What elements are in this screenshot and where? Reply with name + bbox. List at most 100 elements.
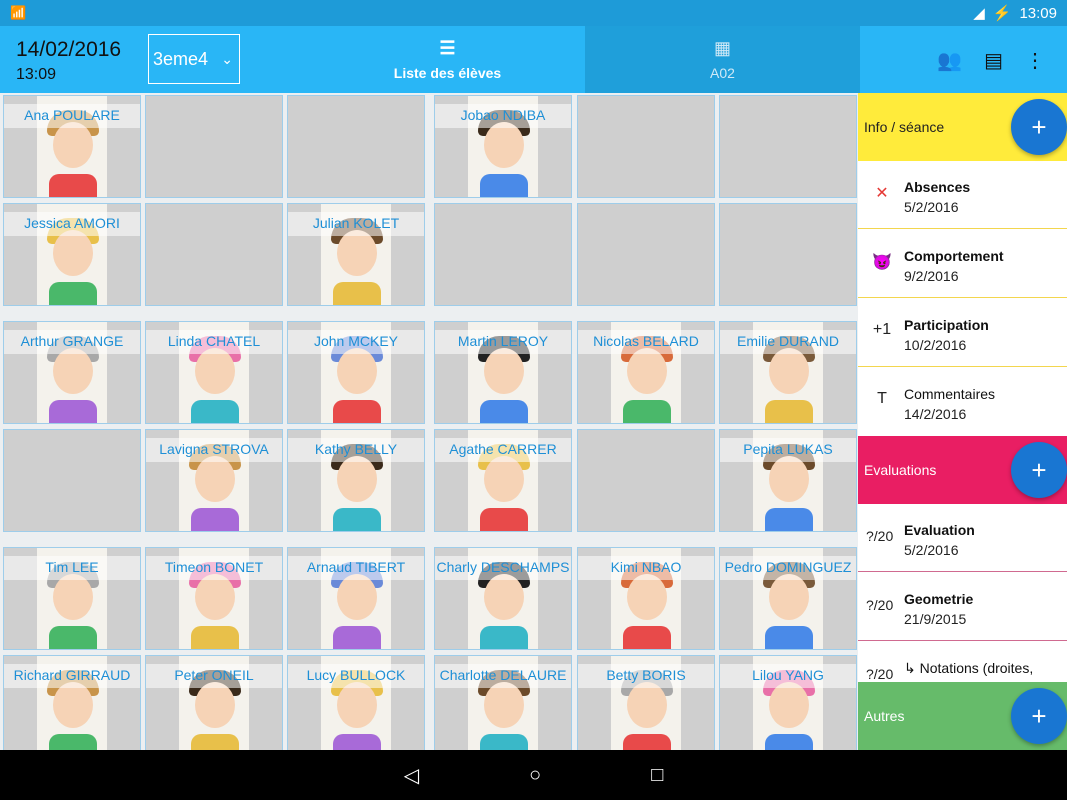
student-seat[interactable]: Kimi NBAO: [577, 547, 715, 650]
add-info-button[interactable]: +: [1011, 99, 1067, 155]
tab-student-list[interactable]: ☰ Liste des élèves: [310, 26, 585, 93]
more-icon[interactable]: ⋮: [1025, 48, 1045, 73]
empty-seat[interactable]: [577, 429, 715, 532]
student-seat[interactable]: Martin LEROY: [434, 321, 572, 424]
add-eval-button[interactable]: +: [1011, 442, 1067, 498]
student-seat[interactable]: Pedro DOMINGUEZ: [719, 547, 857, 650]
battery-icon: ⚡: [992, 5, 1012, 22]
side-panel: Info / séance + ✕ Absences 5/2/2016 😈 Co…: [858, 93, 1067, 750]
autres-section-title: Autres: [864, 708, 905, 724]
student-name: Richard GIRRAUD: [4, 664, 140, 688]
signal-icon: ◢: [973, 5, 985, 22]
tab-room[interactable]: ▦ A02: [585, 26, 860, 93]
student-seat[interactable]: Pepita LUKAS: [719, 429, 857, 532]
student-seat[interactable]: Lucy BULLOCK: [287, 655, 425, 758]
wifi-icon: 📶: [10, 5, 27, 20]
home-icon[interactable]: ○: [529, 764, 541, 787]
student-seat[interactable]: Jessica AMORI: [3, 203, 141, 306]
eval-item-title: Geometrie: [904, 591, 974, 607]
student-name: Peter ONEIL: [146, 664, 282, 688]
cross-icon: ✕: [875, 185, 889, 202]
student-seat[interactable]: Richard GIRRAUD: [3, 655, 141, 758]
student-seat[interactable]: Lavigna STROVA: [145, 429, 283, 532]
group-icon[interactable]: 👥: [937, 48, 962, 73]
student-seat[interactable]: Jobao NDIBA: [434, 95, 572, 198]
student-seat[interactable]: John MCKEY: [287, 321, 425, 424]
student-name: Lavigna STROVA: [146, 438, 282, 462]
eval-item-date: 21/9/2015: [904, 611, 967, 627]
empty-seat[interactable]: [287, 95, 425, 198]
student-seat[interactable]: Peter ONEIL: [145, 655, 283, 758]
student-seat[interactable]: Charly DESCHAMPS: [434, 547, 572, 650]
eval-item-title: Evaluation: [904, 522, 975, 538]
class-selector[interactable]: 3eme4 ⌄: [148, 34, 240, 84]
student-seat[interactable]: Timeon BONET: [145, 547, 283, 650]
layout-icon[interactable]: ▤: [984, 48, 1003, 73]
info-item-date: 5/2/2016: [904, 199, 959, 215]
empty-seat[interactable]: [145, 203, 283, 306]
clock: 13:09: [1019, 4, 1057, 22]
student-name: Jobao NDIBA: [435, 104, 571, 128]
student-name: Nicolas BELARD: [578, 330, 714, 354]
student-name: Timeon BONET: [146, 556, 282, 580]
info-item-participation[interactable]: +1 Participation 10/2/2016: [858, 299, 1067, 367]
student-name: Agathe CARRER: [435, 438, 571, 462]
student-name: Betty BORIS: [578, 664, 714, 688]
student-seat[interactable]: Kathy BELLY: [287, 429, 425, 532]
empty-seat[interactable]: [577, 203, 715, 306]
student-name: Kathy BELLY: [288, 438, 424, 462]
eval-item-title: ↳ Notations (droites,: [904, 660, 1034, 676]
info-item-date: 14/2/2016: [904, 406, 967, 422]
eval-section-header: Evaluations +: [858, 436, 1067, 504]
student-seat[interactable]: Ana POULARE: [3, 95, 141, 198]
info-item-title: Absences: [904, 179, 971, 195]
empty-seat[interactable]: [577, 95, 715, 198]
student-name: Emilie DURAND: [720, 330, 856, 354]
student-seat[interactable]: Nicolas BELARD: [577, 321, 715, 424]
student-seat[interactable]: Linda CHATEL: [145, 321, 283, 424]
info-item-commentaires[interactable]: T Commentaires 14/2/2016: [858, 368, 1067, 436]
student-name: Pepita LUKAS: [720, 438, 856, 462]
student-seat[interactable]: Betty BORIS: [577, 655, 715, 758]
student-name: Kimi NBAO: [578, 556, 714, 580]
list-icon: ☰: [439, 38, 456, 58]
eval-item[interactable]: ?/20 ↳ Notations (droites,: [858, 642, 1067, 682]
student-seat[interactable]: Arthur GRANGE: [3, 321, 141, 424]
student-seat[interactable]: Charlotte DELAURE: [434, 655, 572, 758]
student-seat[interactable]: Tim LEE: [3, 547, 141, 650]
grid-icon: ▦: [713, 38, 731, 58]
info-item-title: Participation: [904, 317, 989, 333]
eval-section-title: Evaluations: [864, 462, 937, 478]
empty-seat[interactable]: [3, 429, 141, 532]
eval-item-date: 5/2/2016: [904, 542, 959, 558]
recents-icon[interactable]: □: [651, 764, 663, 787]
student-name: Tim LEE: [4, 556, 140, 580]
eval-item[interactable]: ?/20 Evaluation 5/2/2016: [858, 504, 1067, 572]
student-name: Jessica AMORI: [4, 212, 140, 236]
student-name: Lucy BULLOCK: [288, 664, 424, 688]
empty-seat[interactable]: [434, 203, 572, 306]
class-selector-label: 3eme4: [153, 48, 209, 69]
student-seat[interactable]: Lilou YANG: [719, 655, 857, 758]
eval-item[interactable]: ?/20 Geometrie 21/9/2015: [858, 573, 1067, 641]
student-seat[interactable]: Agathe CARRER: [434, 429, 572, 532]
score-icon: ?/20: [866, 528, 894, 544]
empty-seat[interactable]: [145, 95, 283, 198]
empty-seat[interactable]: [719, 203, 857, 306]
student-seat[interactable]: Emilie DURAND: [719, 321, 857, 424]
info-item-comportement[interactable]: 😈 Comportement 9/2/2016: [858, 230, 1067, 298]
student-seat[interactable]: Arnaud TIBERT: [287, 547, 425, 650]
info-section-title: Info / séance: [864, 119, 945, 135]
nav-bar: ◁ ○ □: [0, 750, 1067, 800]
header-time: 13:09: [16, 66, 57, 83]
add-autres-button[interactable]: +: [1011, 688, 1067, 744]
info-item-absences[interactable]: ✕ Absences 5/2/2016: [858, 161, 1067, 229]
app-bar: 14/02/2016 13:09 3eme4 ⌄ ☰ Liste des élè…: [0, 26, 1067, 93]
back-icon[interactable]: ◁: [404, 763, 419, 788]
student-name: Arnaud TIBERT: [288, 556, 424, 580]
empty-seat[interactable]: [719, 95, 857, 198]
student-name: John MCKEY: [288, 330, 424, 354]
student-seat[interactable]: Julian KOLET: [287, 203, 425, 306]
tab-room-label: A02: [710, 65, 735, 81]
autres-section-header: Autres +: [858, 682, 1067, 750]
